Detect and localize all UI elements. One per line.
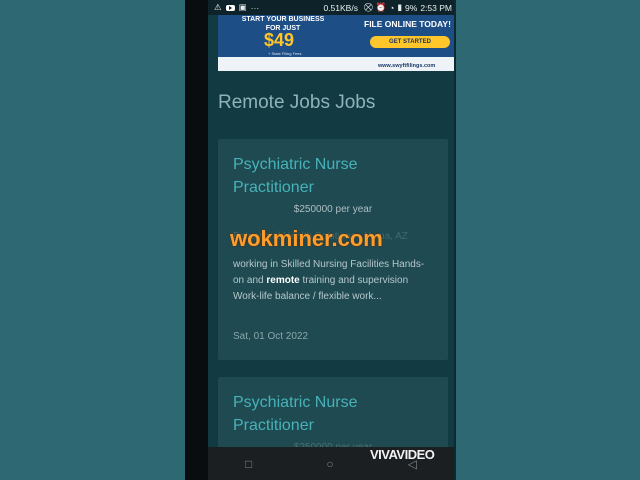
job-description: working in Skilled Nursing Facilities Ha… <box>233 259 425 302</box>
battery-level: 9% <box>405 2 418 13</box>
status-bar: ⚠ ▣ ··· 0.51KB/s ⛒ ⏰ ◔ ▮ 9% 2:53 PM <box>208 0 454 15</box>
recents-square-icon[interactable]: □ <box>245 457 252 471</box>
job-title[interactable]: Psychiatric Nurse Practitioner <box>233 153 438 199</box>
job-salary: $250000 per year <box>293 204 373 215</box>
ad-url[interactable]: www.swyftfilings.com <box>378 63 435 69</box>
ad-cta-title: FILE ONLINE TODAY! <box>364 19 451 29</box>
phone-edge <box>454 0 456 480</box>
page-title: Remote Jobs Jobs <box>218 92 376 113</box>
job-date: Sat, 01 Oct 2022 <box>233 331 309 342</box>
clock: 2:53 PM <box>420 2 452 13</box>
video-letterbox-left <box>185 0 208 480</box>
status-icons-right: ⛒ ⏰ ◔ ▮ 9% 2:53 PM <box>364 2 452 13</box>
home-circle-icon[interactable]: ○ <box>326 457 333 471</box>
gallery-icon: ▣ <box>238 2 247 12</box>
alarm-icon: ⏰ <box>375 2 387 12</box>
nfc-icon: ⛒ <box>363 2 373 12</box>
signal-icon: ▮ <box>397 2 403 12</box>
warning-icon: ⚠ <box>214 2 222 12</box>
wifi-icon: ◔ <box>389 2 395 13</box>
status-icons-left: ⚠ ▣ ··· <box>214 2 259 13</box>
ad-price: $49 <box>264 30 295 50</box>
more-icon: ··· <box>250 2 260 13</box>
network-speed: 0.51KB/s <box>323 2 358 13</box>
ad-get-started-button[interactable]: GET STARTED <box>370 36 450 48</box>
ad-banner[interactable]: START YOUR BUSINESS FOR JUST $49 + State… <box>218 15 454 71</box>
youtube-icon <box>225 4 235 11</box>
watermark-text: wokminer.com <box>230 226 383 251</box>
job-title[interactable]: Psychiatric Nurse Practitioner <box>233 391 438 437</box>
vivavideo-watermark: VIVAVIDEO <box>370 447 435 462</box>
ad-fine-print: + State Filing Fees <box>268 51 302 56</box>
